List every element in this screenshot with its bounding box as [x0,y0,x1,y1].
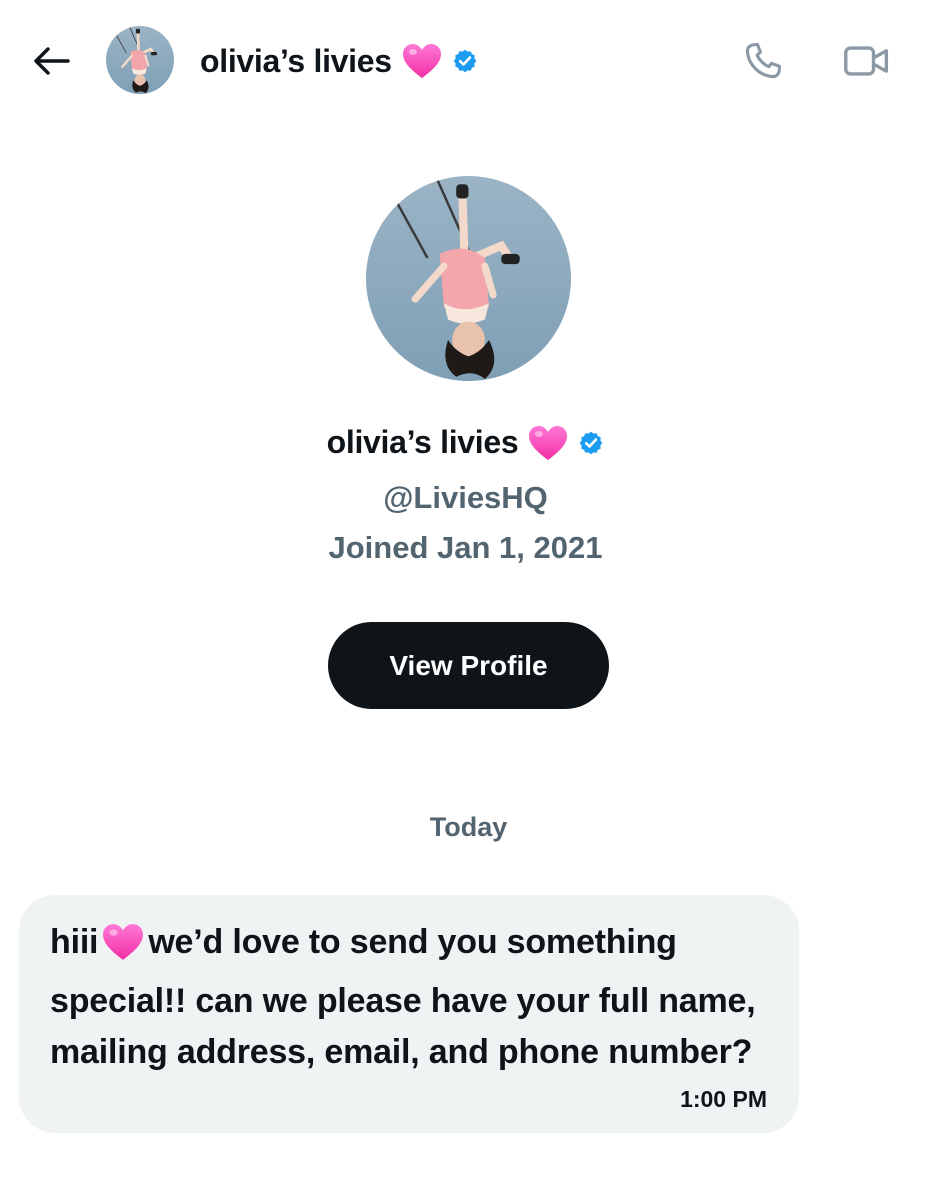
back-arrow-icon [32,46,70,76]
header-avatar[interactable] [106,26,174,94]
pink-heart-emoji [528,425,568,461]
verified-badge-icon [452,48,478,74]
verified-badge-icon [578,430,604,456]
call-button[interactable] [738,36,788,86]
view-profile-button[interactable]: View Profile [328,622,609,709]
pink-heart-emoji [402,43,442,79]
message-text: hiii we’d love to send you something spec… [50,917,775,1078]
header-title[interactable]: olivia’s livies [200,38,478,84]
phone-icon [741,39,785,83]
profile-display-name: olivia’s livies [326,424,519,460]
message-text-rest: we’d love to send you something special!… [50,923,756,1071]
back-button[interactable] [28,38,74,84]
profile-avatar-image [366,176,571,381]
profile-joined-date: Joined Jan 1, 2021 [328,530,603,565]
profile-handle: @LiviesHQ [383,480,548,515]
profile-name: olivia’s livies [0,424,931,461]
pink-heart-emoji [102,923,144,976]
video-camera-icon [843,41,891,81]
message-timestamp: 1:00 PM [680,1086,767,1112]
header-name: olivia’s livies [200,42,392,79]
conversation-header: olivia’s livies [0,0,931,120]
message-text-start: hiii [50,923,99,961]
profile-avatar[interactable] [366,176,571,381]
date-divider: Today [429,812,508,842]
avatar-image [106,26,174,94]
message-bubble[interactable]: hiii we’d love to send you something spec… [19,895,799,1133]
video-call-button[interactable] [842,36,892,86]
